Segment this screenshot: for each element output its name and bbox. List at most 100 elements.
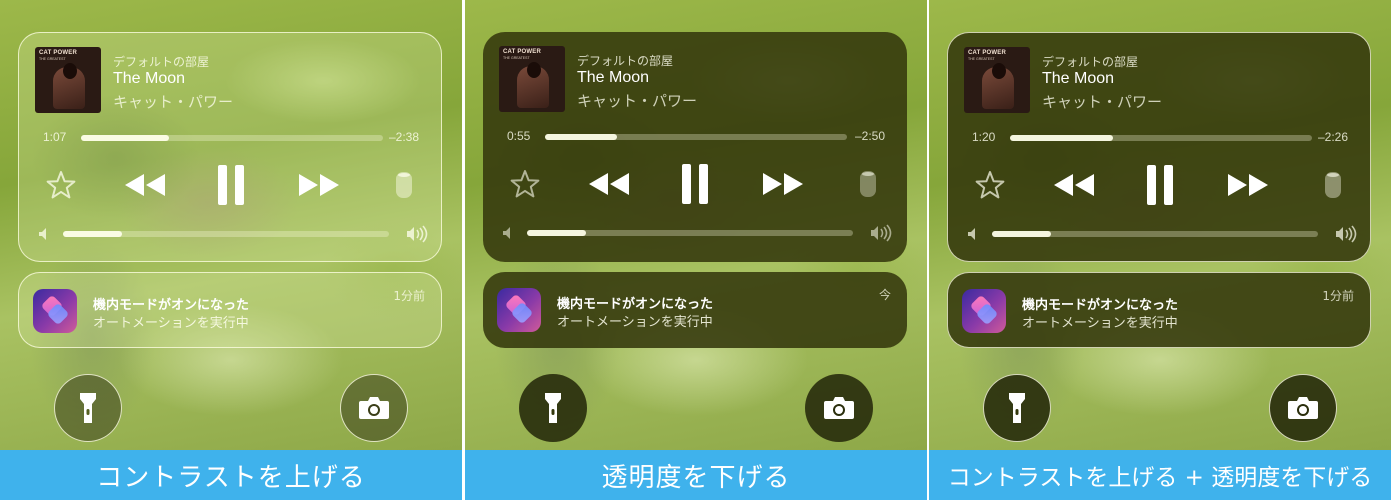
volume-high-icon [871,224,892,242]
fast-forward-icon [1228,174,1268,196]
elapsed-time: 1:07 [43,130,67,144]
notification-body: オートメーションを実行中 [557,315,713,330]
star-icon [975,171,1005,199]
fast-forward-button[interactable] [761,166,805,202]
pause-button[interactable] [1144,163,1176,207]
volume-high-icon [1336,225,1357,243]
album-art-album-text: THE GREATEST [503,56,530,60]
camera-icon [824,397,854,419]
progress-scrubber[interactable] [81,135,383,141]
panel-contrast-and-transparency: CAT POWER THE GREATEST デフォルトの部屋 The Moon… [929,0,1391,500]
favorite-button[interactable] [972,167,1008,203]
pause-button[interactable] [215,163,247,207]
now-playing-widget[interactable]: CAT POWER THE GREATEST デフォルトの部屋 The Moon… [947,32,1371,262]
volume-fill [63,231,122,237]
shortcuts-app-icon [33,289,77,333]
artist-name: キャット・パワー [577,92,698,110]
volume-low-icon [503,227,510,239]
flashlight-icon [1009,393,1025,423]
volume-low-icon [968,228,975,240]
pause-button[interactable] [679,162,711,206]
camera-button[interactable] [805,374,873,442]
volume-slider[interactable] [992,231,1318,237]
flashlight-icon [80,393,96,423]
notification-banner[interactable]: 機内モードがオンになった オートメーションを実行中 1分前 [18,272,442,348]
star-icon [46,171,76,199]
camera-icon [359,397,389,419]
album-art[interactable]: CAT POWER THE GREATEST [35,47,101,113]
remaining-time: –2:26 [1317,130,1348,144]
progress-scrubber[interactable] [545,134,847,140]
notification-body: オートメーションを実行中 [1022,316,1178,331]
volume-slider[interactable] [63,231,389,237]
notification-banner[interactable]: 機内モードがオンになった オートメーションを実行中 1分前 [947,272,1371,348]
pause-icon [1147,165,1173,205]
flashlight-button[interactable] [54,374,122,442]
airplay-homepod-button[interactable] [391,167,417,203]
volume-slider[interactable] [527,230,853,236]
album-art-artist-text: CAT POWER [39,50,78,56]
elapsed-time: 1:20 [972,130,996,144]
album-art-head [63,63,77,79]
album-art-album-text: THE GREATEST [39,57,66,61]
album-art[interactable]: CAT POWER THE GREATEST [964,47,1030,113]
progress-fill [81,135,169,141]
rewind-icon [589,173,629,195]
homepod-icon [396,172,412,198]
playback-source: デフォルトの部屋 [113,55,210,69]
volume-fill [992,231,1051,237]
caption-bar: 透明度を下げる [465,450,927,500]
now-playing-widget[interactable]: CAT POWER THE GREATEST デフォルトの部屋 The Moon… [18,32,442,262]
airplay-homepod-button[interactable] [1320,167,1346,203]
rewind-button[interactable] [587,166,631,202]
homepod-icon [1325,172,1341,198]
rewind-button[interactable] [123,167,167,203]
album-art-head [992,63,1006,79]
progress-fill [545,134,618,140]
album-art-head [527,62,541,78]
panel-reduce-transparency: CAT POWER THE GREATEST デフォルトの部屋 The Moon… [465,0,927,500]
remaining-time: –2:50 [854,129,885,143]
volume-high-icon [407,225,428,243]
notification-time: 今 [878,288,891,302]
rewind-button[interactable] [1052,167,1096,203]
caption-bar: コントラストを上げる + 透明度を下げる [929,450,1391,500]
notification-title: 機内モードがオンになった [93,298,250,313]
fast-forward-button[interactable] [1226,167,1270,203]
favorite-button[interactable] [507,166,543,202]
notification-title: 機内モードがオンになった [557,297,714,312]
fast-forward-icon [763,173,803,195]
volume-low-icon [39,228,46,240]
artist-name: キャット・パワー [1042,93,1163,111]
pause-icon [682,164,708,204]
favorite-button[interactable] [43,167,79,203]
shortcuts-app-icon [497,288,541,332]
song-title: The Moon [577,69,650,86]
camera-button[interactable] [340,374,408,442]
song-title: The Moon [1042,70,1115,87]
album-art[interactable]: CAT POWER THE GREATEST [499,46,565,112]
progress-fill [1010,135,1113,141]
panel-increase-contrast: CAT POWER THE GREATEST デフォルトの部屋 The Moon… [0,0,462,500]
progress-scrubber[interactable] [1010,135,1312,141]
camera-button[interactable] [1269,374,1337,442]
flashlight-icon [545,393,561,423]
camera-icon [1288,397,1318,419]
rewind-icon [1054,174,1094,196]
fast-forward-icon [299,174,339,196]
notification-banner[interactable]: 機内モードがオンになった オートメーションを実行中 今 [483,272,907,348]
fast-forward-button[interactable] [297,167,341,203]
playback-source: デフォルトの部屋 [577,54,674,68]
now-playing-widget[interactable]: CAT POWER THE GREATEST デフォルトの部屋 The Moon… [483,32,907,262]
flashlight-button[interactable] [983,374,1051,442]
album-art-artist-text: CAT POWER [503,49,542,55]
remaining-time: –2:38 [388,130,419,144]
airplay-homepod-button[interactable] [855,166,881,202]
notification-body: オートメーションを実行中 [93,316,249,331]
artist-name: キャット・パワー [113,93,234,111]
shortcuts-app-icon [962,289,1006,333]
pause-icon [218,165,244,205]
volume-fill [527,230,586,236]
flashlight-button[interactable] [519,374,587,442]
notification-title: 機内モードがオンになった [1022,298,1179,313]
